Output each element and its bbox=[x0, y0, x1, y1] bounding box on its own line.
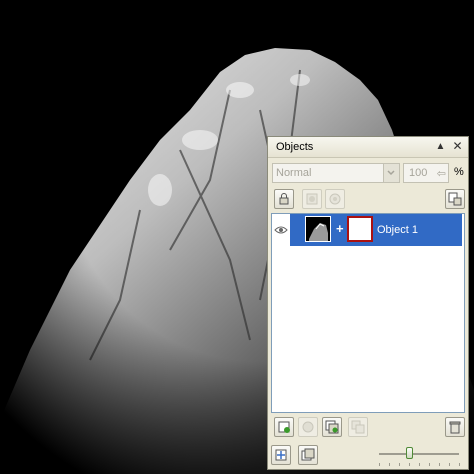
combine-icon bbox=[351, 420, 365, 434]
zoom-tick bbox=[459, 463, 460, 466]
close-button[interactable]: ✕ bbox=[451, 140, 464, 153]
navigator-icon bbox=[275, 449, 287, 461]
object-thumbnail bbox=[305, 216, 331, 242]
objects-docker: Objects ▲ ✕ Normal 100 ⇦ % + Object 1 bbox=[267, 136, 469, 470]
zoom-tick bbox=[399, 463, 400, 466]
blend-mode-value: Normal bbox=[276, 167, 312, 179]
duplicate-button[interactable] bbox=[298, 417, 318, 437]
new-object-button[interactable] bbox=[274, 417, 294, 437]
zoom-slider-thumb[interactable] bbox=[406, 447, 414, 459]
visibility-toggle[interactable] bbox=[272, 214, 290, 246]
docker-title: Objects bbox=[276, 141, 314, 153]
blend-mode-select[interactable]: Normal bbox=[272, 163, 400, 183]
lock-icon bbox=[279, 193, 289, 205]
zoom-tick bbox=[379, 463, 380, 466]
list-item[interactable]: + Object 1 bbox=[272, 214, 464, 246]
new-object-icon bbox=[278, 421, 290, 433]
opacity-value: 100 bbox=[409, 167, 428, 179]
mask-button[interactable] bbox=[302, 189, 322, 209]
link-icon: + bbox=[336, 221, 344, 236]
opacity-unit: % bbox=[454, 166, 464, 178]
new-mask-button[interactable] bbox=[322, 417, 342, 437]
mask-thumbnail[interactable] bbox=[347, 216, 373, 242]
mask-icon bbox=[306, 193, 318, 205]
zoom-slider-track[interactable] bbox=[379, 453, 459, 455]
object-row-selection[interactable]: + Object 1 bbox=[290, 214, 462, 246]
view-options-icon bbox=[301, 448, 315, 461]
clip-mask-icon bbox=[329, 193, 341, 205]
opacity-field[interactable]: 100 ⇦ bbox=[403, 163, 449, 183]
lock-button[interactable] bbox=[274, 189, 294, 209]
zoom-tick bbox=[449, 463, 450, 466]
new-mask-icon bbox=[325, 420, 339, 434]
object-options-button[interactable] bbox=[445, 189, 465, 209]
chevron-down-icon[interactable] bbox=[383, 164, 399, 182]
docker-titlebar[interactable]: Objects ▲ ✕ bbox=[268, 137, 468, 158]
zoom-tick bbox=[419, 463, 420, 466]
trash-icon bbox=[449, 421, 461, 434]
eye-icon bbox=[274, 226, 288, 234]
view-options-button[interactable] bbox=[298, 445, 318, 465]
clip-mask-button[interactable] bbox=[325, 189, 345, 209]
opacity-spin-icon[interactable]: ⇦ bbox=[437, 167, 446, 180]
zoom-tick bbox=[409, 463, 410, 466]
object-list[interactable]: + Object 1 bbox=[271, 213, 465, 413]
zoom-tick bbox=[439, 463, 440, 466]
navigator-button[interactable] bbox=[271, 445, 291, 465]
pin-button[interactable]: ▲ bbox=[434, 140, 447, 153]
zoom-tick bbox=[429, 463, 430, 466]
zoom-tick bbox=[389, 463, 390, 466]
delete-button[interactable] bbox=[445, 417, 465, 437]
duplicate-icon bbox=[302, 421, 314, 433]
combine-button[interactable] bbox=[348, 417, 368, 437]
object-options-icon bbox=[448, 192, 462, 206]
object-name[interactable]: Object 1 bbox=[377, 224, 418, 236]
